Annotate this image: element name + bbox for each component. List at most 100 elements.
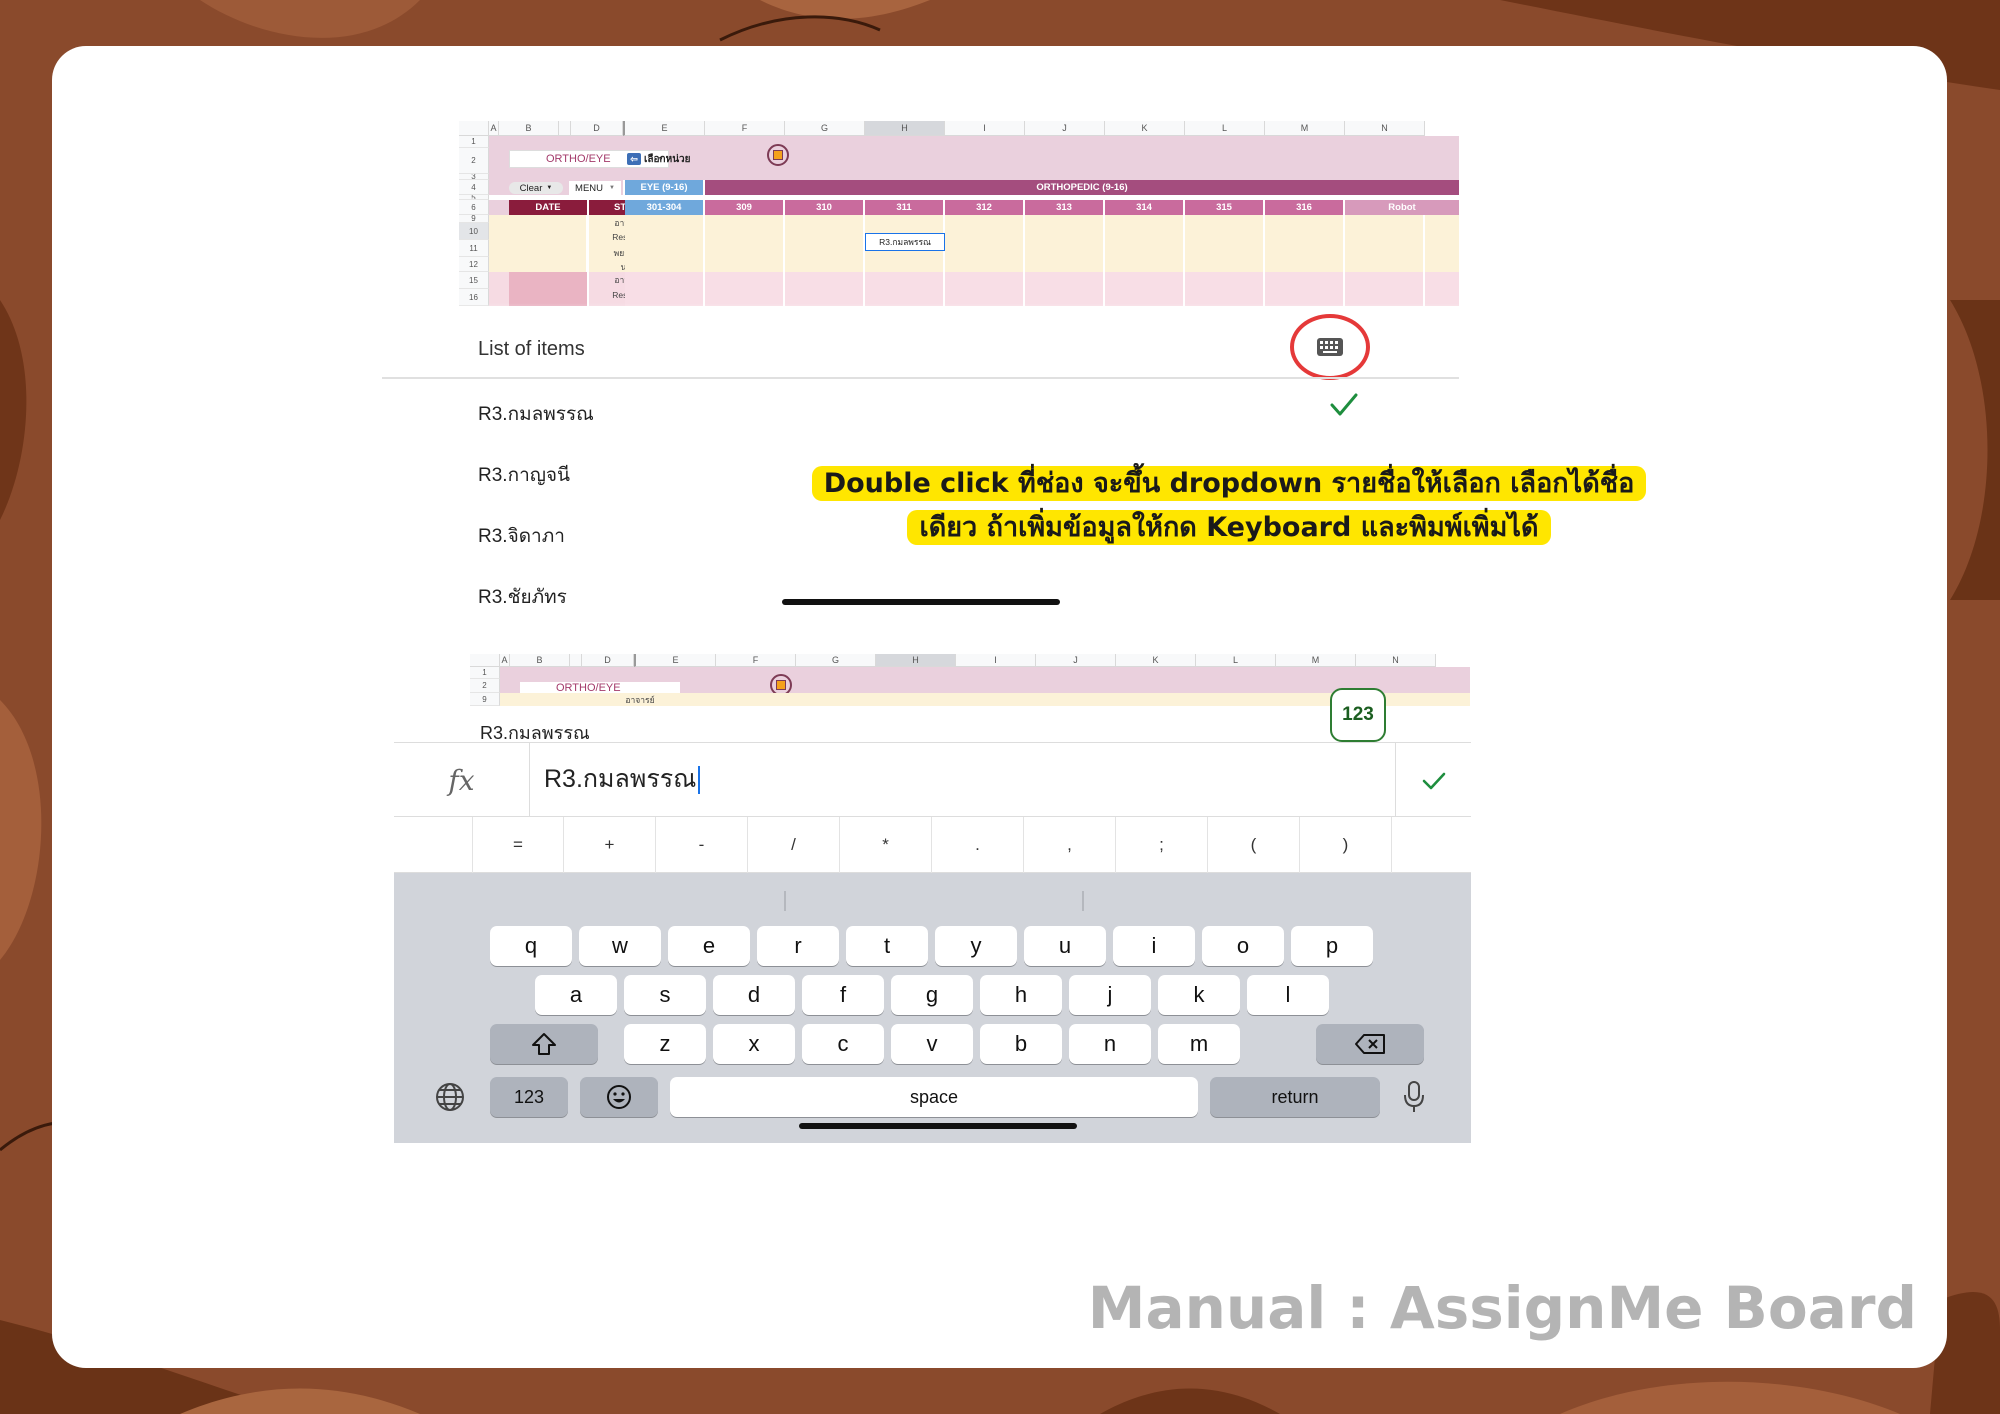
globe-key[interactable]: [430, 1077, 470, 1117]
key-p[interactable]: p: [1291, 926, 1373, 966]
row-header[interactable]: 2: [470, 679, 500, 693]
col-header[interactable]: I: [956, 654, 1036, 667]
col-header[interactable]: D: [571, 121, 623, 136]
row-header[interactable]: 11: [459, 240, 489, 257]
key-a[interactable]: a: [535, 975, 617, 1015]
col-header[interactable]: N: [1356, 654, 1436, 667]
key-x[interactable]: x: [713, 1024, 795, 1064]
key-g[interactable]: g: [891, 975, 973, 1015]
keyboard-toggle-button[interactable]: [1290, 314, 1370, 380]
select-unit-button[interactable]: ⇦ เลือกหน่วย: [627, 151, 703, 167]
symbol-key[interactable]: =: [472, 817, 564, 873]
key-i[interactable]: i: [1113, 926, 1195, 966]
col-header[interactable]: A: [500, 654, 510, 667]
numeric-toggle-button[interactable]: 123: [1330, 688, 1386, 742]
key-l[interactable]: l: [1247, 975, 1329, 1015]
col-header-selected[interactable]: H: [865, 121, 945, 136]
row-header[interactable]: 10: [459, 223, 489, 240]
row-header[interactable]: 15: [459, 272, 489, 289]
list-item[interactable]: R3.จิดาภา: [478, 521, 565, 551]
col-header[interactable]: B: [510, 654, 570, 667]
key-o[interactable]: o: [1202, 926, 1284, 966]
key-e[interactable]: e: [668, 926, 750, 966]
clear-button[interactable]: Clear ▼: [509, 182, 563, 194]
symbol-key[interactable]: ,: [1024, 817, 1116, 873]
key-s[interactable]: s: [624, 975, 706, 1015]
key-c[interactable]: c: [802, 1024, 884, 1064]
col-header[interactable]: B: [499, 121, 559, 136]
row-header[interactable]: 6: [459, 200, 489, 215]
key-v[interactable]: v: [891, 1024, 973, 1064]
col-resize-handle[interactable]: [570, 654, 582, 667]
symbol-key[interactable]: ;: [1116, 817, 1208, 873]
symbol-key[interactable]: .: [932, 817, 1024, 873]
formula-input[interactable]: R3.กมลพรรณ: [544, 759, 701, 799]
col-header[interactable]: E: [634, 654, 716, 667]
assignment-grid[interactable]: [625, 215, 1459, 272]
row-header[interactable]: 9: [470, 693, 500, 706]
key-f[interactable]: f: [802, 975, 884, 1015]
key-h[interactable]: h: [980, 975, 1062, 1015]
key-b[interactable]: b: [980, 1024, 1062, 1064]
col-header[interactable]: L: [1196, 654, 1276, 667]
symbol-key[interactable]: *: [840, 817, 932, 873]
row-header[interactable]: 2: [459, 148, 489, 174]
key-y[interactable]: y: [935, 926, 1017, 966]
col-header[interactable]: D: [582, 654, 634, 667]
symbol-key[interactable]: -: [656, 817, 748, 873]
key-k[interactable]: k: [1158, 975, 1240, 1015]
col-header[interactable]: I: [945, 121, 1025, 136]
list-item[interactable]: R3.กาญจนี: [478, 460, 570, 490]
key-z[interactable]: z: [624, 1024, 706, 1064]
assignment-grid[interactable]: [625, 272, 1459, 306]
row-header[interactable]: 1: [470, 667, 500, 679]
col-header[interactable]: F: [716, 654, 796, 667]
sheet-corner[interactable]: [459, 121, 489, 136]
key-j[interactable]: j: [1069, 975, 1151, 1015]
sheet-corner[interactable]: [470, 654, 500, 667]
key-q[interactable]: q: [490, 926, 572, 966]
key-w[interactable]: w: [579, 926, 661, 966]
col-header[interactable]: J: [1036, 654, 1116, 667]
space-key[interactable]: space: [670, 1077, 1198, 1117]
save-button[interactable]: [767, 144, 789, 166]
return-key[interactable]: return: [1210, 1077, 1380, 1117]
microphone-key[interactable]: [1394, 1077, 1434, 1117]
symbol-key[interactable]: ): [1300, 817, 1392, 873]
key-t[interactable]: t: [846, 926, 928, 966]
col-header[interactable]: G: [796, 654, 876, 667]
col-header[interactable]: N: [1345, 121, 1425, 136]
col-header[interactable]: E: [623, 121, 705, 136]
col-header[interactable]: K: [1105, 121, 1185, 136]
backspace-key[interactable]: [1316, 1024, 1424, 1064]
list-item[interactable]: R3.ชัยภัทร: [478, 582, 567, 612]
key-u[interactable]: u: [1024, 926, 1106, 966]
confirm-button[interactable]: [1395, 743, 1471, 818]
date-cell[interactable]: [509, 272, 587, 306]
col-header[interactable]: M: [1276, 654, 1356, 667]
spreadsheet-view[interactable]: A B D E F G H I J K L M N 1 2 3 4 5 6 9 …: [459, 121, 1459, 326]
emoji-key[interactable]: [580, 1077, 658, 1117]
col-resize-handle[interactable]: [559, 121, 571, 136]
col-header[interactable]: M: [1265, 121, 1345, 136]
row-header[interactable]: 9: [459, 215, 489, 223]
shift-key[interactable]: [490, 1024, 598, 1064]
selected-cell[interactable]: R3.กมลพรรณ: [865, 233, 945, 251]
col-header[interactable]: A: [489, 121, 499, 136]
numbers-key[interactable]: 123: [490, 1077, 568, 1117]
list-item-selected[interactable]: R3.กมลพรรณ: [478, 399, 594, 429]
col-header[interactable]: J: [1025, 121, 1105, 136]
row-header[interactable]: 1: [459, 136, 489, 148]
key-r[interactable]: r: [757, 926, 839, 966]
spreadsheet-view-mini[interactable]: A B D E F G H I J K L M N 1 2 9 ORTHO/EY…: [470, 654, 1470, 706]
col-header-selected[interactable]: H: [876, 654, 956, 667]
symbol-key[interactable]: +: [564, 817, 656, 873]
date-cell[interactable]: [509, 215, 587, 272]
symbol-key[interactable]: (: [1208, 817, 1300, 873]
col-header[interactable]: G: [785, 121, 865, 136]
key-m[interactable]: m: [1158, 1024, 1240, 1064]
col-header[interactable]: L: [1185, 121, 1265, 136]
menu-dropdown[interactable]: MENU ▼: [569, 181, 621, 195]
row-header[interactable]: 4: [459, 180, 489, 195]
col-header[interactable]: F: [705, 121, 785, 136]
